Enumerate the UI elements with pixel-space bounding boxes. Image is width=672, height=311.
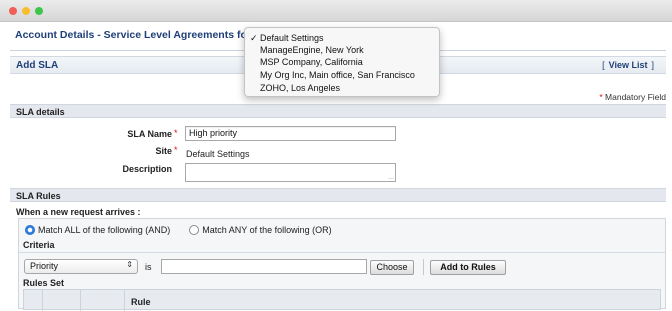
description-textarea[interactable]: ... [185, 163, 396, 182]
site-option-msp-company[interactable]: MSP Company, California [260, 57, 363, 67]
site-option-zoho[interactable]: ZOHO, Los Angeles [260, 83, 340, 93]
sla-rules-section: SLA Rules [10, 188, 666, 202]
site-required-star: * [174, 145, 178, 155]
match-mode-group: Match ALL of the following (AND) Match A… [25, 224, 332, 236]
checkmark-icon: ✓ [250, 33, 258, 43]
mandatory-field-note: * Mandatory Field [599, 92, 666, 102]
criteria-value-input[interactable] [161, 259, 367, 274]
page-title: Account Details - Service Level Agreemen… [15, 29, 251, 41]
resize-grip-icon[interactable]: ... [388, 174, 394, 181]
match-all-radio[interactable] [25, 224, 35, 235]
add-to-rules-button[interactable]: Add to Rules [430, 260, 506, 275]
site-option-manageengine[interactable]: ManageEngine, New York [260, 45, 364, 55]
view-list-link-wrap: [ View List] [598, 60, 658, 70]
criteria-field-select[interactable]: Priority ⇕ [24, 259, 138, 274]
criteria-label: Criteria [23, 240, 55, 250]
sla-details-section: SLA details [10, 104, 666, 118]
mandatory-label: Mandatory Field [605, 92, 666, 102]
choose-button[interactable]: Choose [370, 260, 414, 275]
window-titlebar [0, 0, 672, 22]
criteria-field-value: Priority [30, 261, 59, 271]
button-separator [423, 259, 424, 275]
operator-label: is [145, 262, 152, 272]
rules-set-table: Rule [23, 289, 661, 311]
match-any-label[interactable]: Match ANY of the following (OR) [202, 225, 331, 235]
select-arrows-icon: ⇕ [126, 260, 133, 269]
view-list-link[interactable]: View List [609, 60, 648, 70]
rules-panel: Match ALL of the following (AND) Match A… [18, 218, 666, 311]
site-dropdown-menu: ✓ Default Settings ManageEngine, New Yor… [244, 27, 440, 97]
add-sla-title: Add SLA [16, 60, 59, 71]
site-option-default[interactable]: Default Settings [260, 33, 324, 43]
match-all-label[interactable]: Match ALL of the following (AND) [38, 225, 170, 235]
close-window-icon[interactable] [9, 7, 17, 15]
criteria-divider [19, 252, 665, 253]
site-label: Site [155, 146, 172, 156]
site-option-my-org[interactable]: My Org Inc, Main office, San Francisco [260, 70, 415, 80]
rules-set-label: Rules Set [23, 278, 65, 288]
view-list-open-bracket: [ [602, 60, 605, 70]
table-column-divider [42, 290, 43, 311]
sla-rules-title: SLA Rules [16, 191, 61, 201]
minimize-window-icon[interactable] [22, 7, 30, 15]
sla-name-required-star: * [174, 128, 178, 138]
description-label: Description [122, 164, 172, 174]
table-column-divider [124, 290, 125, 311]
rule-column-header: Rule [131, 297, 151, 307]
sla-details-title: SLA details [16, 107, 65, 117]
site-value[interactable]: Default Settings [186, 149, 250, 159]
match-any-radio[interactable] [189, 224, 200, 235]
sla-name-label: SLA Name [127, 129, 172, 139]
when-request-arrives-label: When a new request arrives : [16, 207, 141, 217]
zoom-window-icon[interactable] [35, 7, 43, 15]
sla-name-input[interactable]: High priority [185, 126, 396, 141]
mandatory-star: * [599, 92, 603, 102]
table-column-divider [80, 290, 81, 311]
view-list-close-bracket: ] [651, 60, 654, 70]
